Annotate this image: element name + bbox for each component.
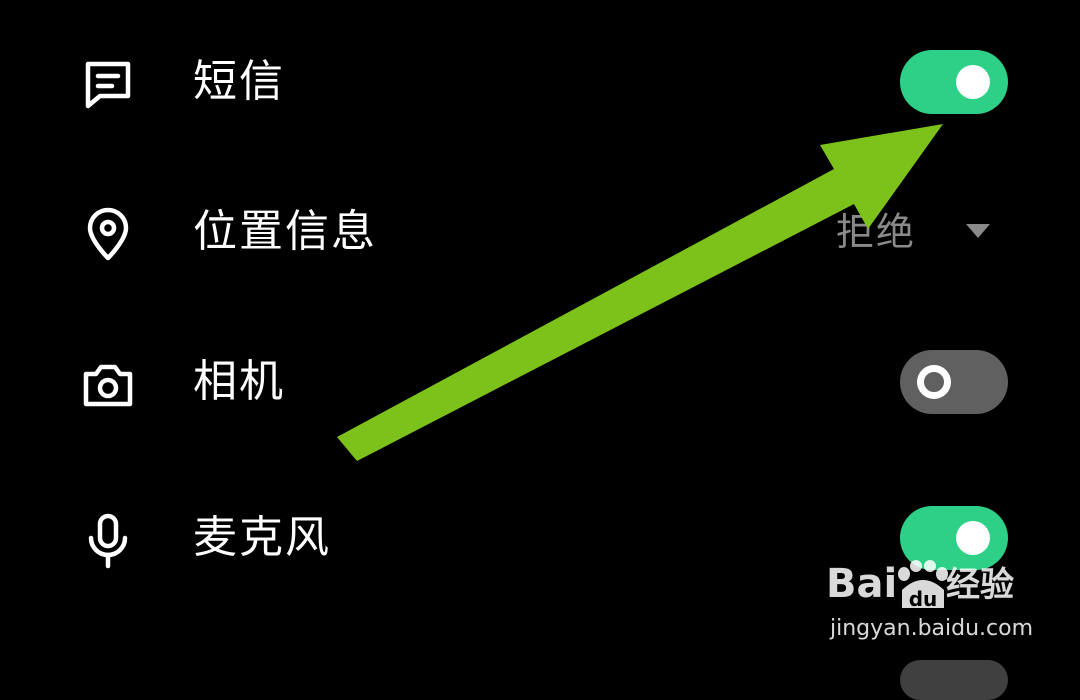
permission-label: 相机 bbox=[193, 356, 285, 407]
paw-logo-icon: du bbox=[894, 560, 952, 612]
caret-down-icon bbox=[966, 224, 990, 238]
toggle-knob bbox=[956, 521, 990, 555]
sms-toggle[interactable] bbox=[900, 50, 1008, 114]
permission-label: 位置信息 bbox=[193, 206, 377, 257]
watermark-brand: Bai bbox=[826, 561, 898, 607]
camera-icon bbox=[78, 354, 138, 414]
next-row-toggle-peek bbox=[900, 660, 1008, 700]
permission-row-sms[interactable]: 短信 bbox=[0, 26, 1080, 146]
dropdown-value: 拒绝 bbox=[836, 210, 917, 254]
microphone-icon bbox=[78, 510, 138, 570]
camera-toggle[interactable] bbox=[900, 350, 1008, 414]
baidu-watermark: Bai du 经验 jingyan.baidu.com bbox=[826, 560, 1046, 650]
permission-label: 短信 bbox=[193, 56, 285, 107]
svg-text:du: du bbox=[909, 587, 938, 611]
location-pin-icon bbox=[78, 204, 138, 264]
permission-row-camera[interactable]: 相机 bbox=[0, 326, 1080, 446]
location-permission-dropdown[interactable]: 拒绝 bbox=[832, 200, 1012, 264]
permission-label: 麦克风 bbox=[193, 512, 331, 563]
watermark-url: jingyan.baidu.com bbox=[830, 616, 1034, 641]
watermark-brand-cn: 经验 bbox=[946, 565, 1014, 605]
toggle-knob bbox=[917, 365, 951, 399]
permission-row-location[interactable]: 位置信息 拒绝 bbox=[0, 176, 1080, 296]
toggle-knob bbox=[956, 65, 990, 99]
message-icon bbox=[78, 54, 138, 114]
